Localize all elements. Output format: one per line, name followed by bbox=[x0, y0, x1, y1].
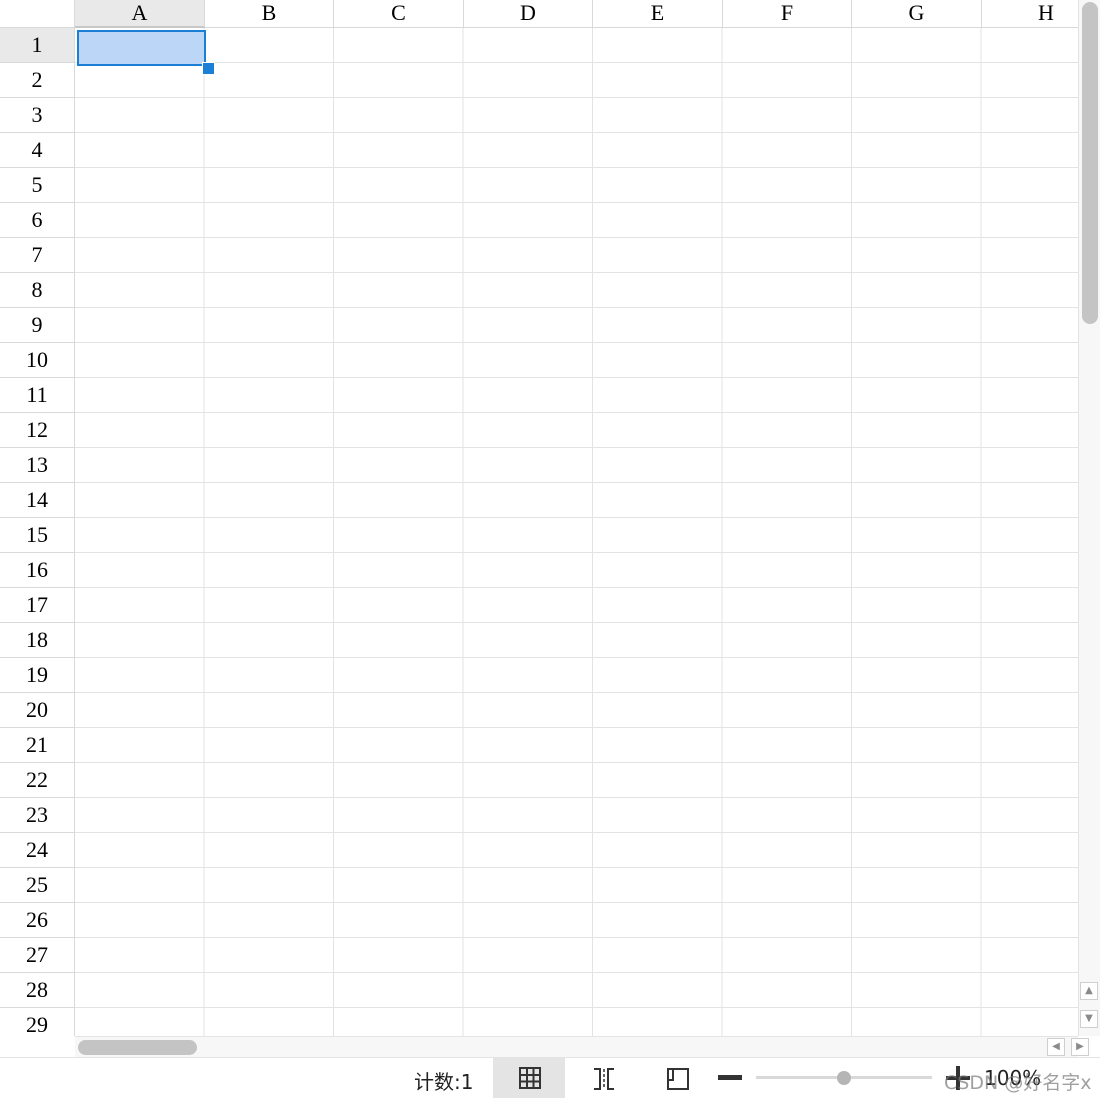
column-header-e[interactable]: E bbox=[593, 0, 723, 28]
selected-cell-a1[interactable] bbox=[77, 30, 206, 66]
status-bar: 计数:1 100% CSDN @好名字x bbox=[0, 1057, 1100, 1099]
row-header-16[interactable]: 16 bbox=[0, 553, 75, 588]
row-header-19[interactable]: 19 bbox=[0, 658, 75, 693]
row-header-9[interactable]: 9 bbox=[0, 308, 75, 343]
triangle-right-icon: ▶ bbox=[1076, 1041, 1084, 1052]
grid-view-icon bbox=[519, 1067, 541, 1089]
triangle-down-icon: ▼ bbox=[1085, 1013, 1093, 1024]
row-header-21[interactable]: 21 bbox=[0, 728, 75, 763]
row-header-29[interactable]: 29 bbox=[0, 1008, 75, 1036]
fill-handle[interactable] bbox=[202, 62, 215, 75]
zoom-slider-handle[interactable] bbox=[837, 1071, 851, 1085]
page-layout-view-button[interactable] bbox=[640, 1058, 712, 1098]
column-header-a[interactable]: A bbox=[75, 0, 205, 28]
vertical-scroll-thumb[interactable] bbox=[1082, 2, 1098, 324]
spreadsheet: ABCDEFGH 1 2 3 4 5 6 7 8 9 10 11 12 13 14 15 16 17 18 19 20… bbox=[0, 0, 1100, 1099]
row-header-1[interactable]: 1 bbox=[0, 28, 75, 63]
column-header-f[interactable]: F bbox=[723, 0, 852, 28]
row-header-20[interactable]: 20 bbox=[0, 693, 75, 728]
row-header-24[interactable]: 24 bbox=[0, 833, 75, 868]
count-label: 计数:1 bbox=[414, 1070, 474, 1094]
row-header-25[interactable]: 25 bbox=[0, 868, 75, 903]
column-header-c[interactable]: C bbox=[334, 0, 464, 28]
watermark: CSDN @好名字x bbox=[944, 1072, 1092, 1094]
row-header-2[interactable]: 2 bbox=[0, 63, 75, 98]
row-header-10[interactable]: 10 bbox=[0, 343, 75, 378]
row-header-8[interactable]: 8 bbox=[0, 273, 75, 308]
row-header-6[interactable]: 6 bbox=[0, 203, 75, 238]
column-header-b[interactable]: B bbox=[205, 0, 334, 28]
row-header-11[interactable]: 11 bbox=[0, 378, 75, 413]
triangle-up-icon: ▲ bbox=[1085, 985, 1093, 996]
row-header-22[interactable]: 22 bbox=[0, 763, 75, 798]
row-header-14[interactable]: 14 bbox=[0, 483, 75, 518]
scroll-right-button[interactable]: ▶ bbox=[1071, 1038, 1089, 1056]
column-header-d[interactable]: D bbox=[464, 0, 593, 28]
row-header-27[interactable]: 27 bbox=[0, 938, 75, 973]
scroll-up-button[interactable]: ▲ bbox=[1080, 982, 1098, 1000]
page-break-view-icon bbox=[594, 1068, 614, 1090]
row-header-28[interactable]: 28 bbox=[0, 973, 75, 1008]
horizontal-scrollbar[interactable]: ◀ ▶ bbox=[75, 1036, 1089, 1058]
select-all-corner[interactable] bbox=[0, 0, 75, 28]
page-break-view-button[interactable] bbox=[566, 1058, 638, 1098]
column-headers: ABCDEFGH bbox=[75, 0, 1100, 28]
row-header-26[interactable]: 26 bbox=[0, 903, 75, 938]
row-header-4[interactable]: 4 bbox=[0, 133, 75, 168]
row-header-5[interactable]: 5 bbox=[0, 168, 75, 203]
cell-grid[interactable] bbox=[75, 28, 1078, 1036]
scroll-left-button[interactable]: ◀ bbox=[1047, 1038, 1065, 1056]
row-header-3[interactable]: 3 bbox=[0, 98, 75, 133]
zoom-out-button[interactable] bbox=[716, 1067, 744, 1089]
scroll-down-button[interactable]: ▼ bbox=[1080, 1010, 1098, 1028]
minus-icon bbox=[718, 1075, 742, 1080]
row-header-12[interactable]: 12 bbox=[0, 413, 75, 448]
row-header-13[interactable]: 13 bbox=[0, 448, 75, 483]
row-headers: 1 2 3 4 5 6 7 8 9 10 11 12 13 14 15 16 17 18 19 20 21 22 23 24 2… bbox=[0, 28, 75, 1036]
page-layout-view-icon bbox=[667, 1068, 689, 1090]
column-header-g[interactable]: G bbox=[852, 0, 982, 28]
horizontal-scroll-thumb[interactable] bbox=[78, 1040, 197, 1055]
row-header-17[interactable]: 17 bbox=[0, 588, 75, 623]
vertical-scrollbar[interactable]: ▲ ▼ bbox=[1078, 0, 1100, 1036]
triangle-left-icon: ◀ bbox=[1052, 1041, 1060, 1052]
row-header-18[interactable]: 18 bbox=[0, 623, 75, 658]
row-header-23[interactable]: 23 bbox=[0, 798, 75, 833]
row-header-7[interactable]: 7 bbox=[0, 238, 75, 273]
row-header-15[interactable]: 15 bbox=[0, 518, 75, 553]
normal-view-button[interactable] bbox=[493, 1058, 565, 1098]
